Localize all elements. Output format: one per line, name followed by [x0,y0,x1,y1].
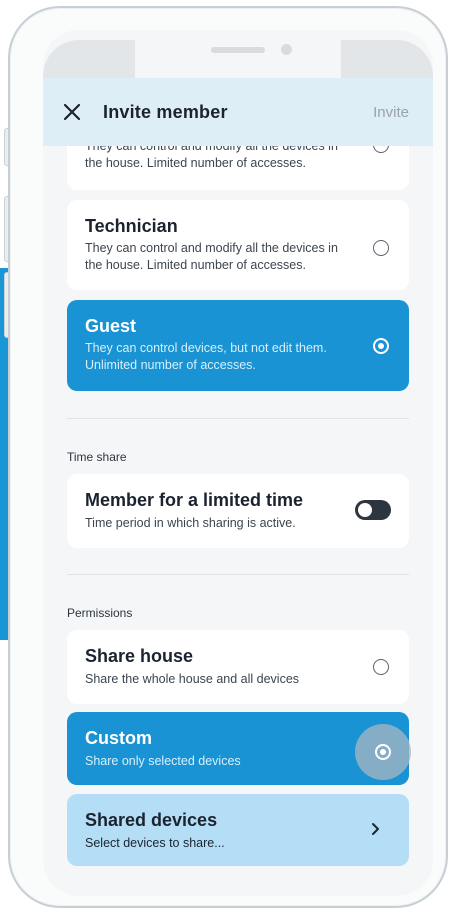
section-divider [67,418,409,419]
scroll-content[interactable]: They can control and modify all the devi… [43,116,433,896]
role-title: Guest [85,316,137,336]
shared-devices-description: Select devices to share... [85,836,225,850]
time-share-card[interactable]: Member for a limited time Time period in… [67,474,409,548]
app-header: Invite member Invite [43,78,433,146]
section-label-time-share: Time share [67,450,127,464]
role-description: They can control and modify all the devi… [85,241,338,272]
permission-description: Share only selected devices [85,754,241,768]
status-area [43,30,433,84]
invite-button[interactable]: Invite [373,104,409,121]
radio-selected-icon[interactable] [373,338,389,354]
time-share-description: Time period in which sharing is active. [85,516,296,530]
phone-frame: Invite member Invite They can control an… [8,6,448,908]
page-title: Invite member [103,102,228,122]
radio-unselected-icon[interactable] [373,240,389,256]
chevron-right-icon [372,823,379,835]
radio-unselected-icon[interactable] [373,659,389,675]
shared-devices-title: Shared devices [85,810,218,830]
permission-card-share-house[interactable]: Share house Share the whole house and al… [67,630,409,704]
permission-description: Share the whole house and all devices [85,672,300,686]
permission-title: Custom [85,728,152,748]
phone-screen: Invite member Invite They can control an… [43,30,433,896]
shared-devices-row[interactable]: Shared devices Select devices to share..… [67,794,409,866]
role-card-guest[interactable]: Guest They can control devices, but not … [67,300,409,391]
radio-selected-icon[interactable] [375,744,391,760]
limited-time-toggle[interactable] [355,500,391,520]
section-divider [67,574,409,575]
role-description: They can control devices, but not edit t… [85,341,327,372]
speaker-grill [211,47,265,53]
role-card-technician[interactable]: Technician They can control and modify a… [67,200,409,290]
section-label-permissions: Permissions [67,606,133,620]
permission-title: Share house [85,646,194,666]
close-icon[interactable] [62,102,82,122]
role-title: Technician [85,216,178,236]
front-camera [281,44,292,55]
time-share-title: Member for a limited time [85,490,304,510]
